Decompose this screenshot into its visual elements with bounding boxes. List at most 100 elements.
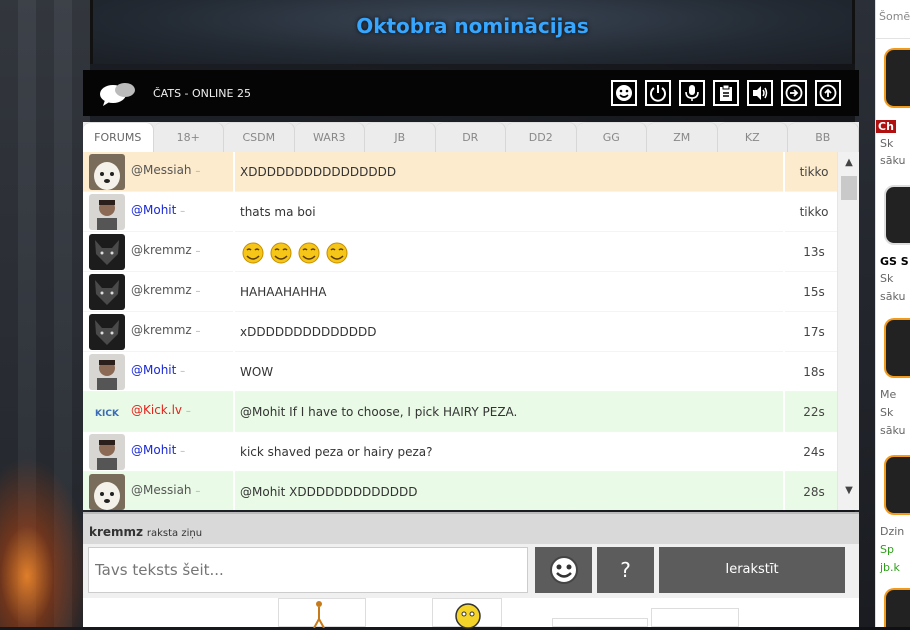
message-username[interactable]: @kremmz – [131, 283, 201, 297]
svg-text:KICK: KICK [95, 409, 120, 419]
message-row: @Mohit – WOW 18s [83, 352, 837, 392]
sidebar-avatar[interactable] [884, 318, 910, 378]
message-text: WOW [233, 352, 785, 392]
emoticon-tile[interactable] [432, 598, 502, 629]
tab-gg[interactable]: GG [576, 122, 647, 152]
avatar[interactable] [89, 234, 125, 270]
message-text: xDDDDDDDDDDDDDD [233, 312, 785, 352]
tab-war3[interactable]: WAR3 [294, 122, 365, 152]
sidebar-avatar[interactable] [884, 588, 910, 627]
tab-csdm[interactable]: CSDM [224, 122, 295, 152]
sidebar-item-title[interactable]: Me [880, 388, 896, 401]
message-row: @Mohit – thats ma boi tikko [83, 192, 837, 232]
tab-zm[interactable]: ZM [647, 122, 718, 152]
sidebar-heading: Šomē [879, 10, 910, 23]
scroll-up-icon[interactable] [815, 80, 841, 106]
background-left-panel [0, 0, 90, 627]
avatar[interactable] [89, 314, 125, 350]
message-text: XDDDDDDDDDDDDDDDD [233, 152, 785, 192]
scroll-down-arrow-icon[interactable]: ▼ [838, 482, 859, 500]
emoticon-tile[interactable] [651, 608, 739, 627]
message-username[interactable]: @Mohit – [131, 443, 185, 457]
scroll-right-icon[interactable] [781, 80, 807, 106]
message-list: @Messiah – XDDDDDDDDDDDDDDDD tikko @Mohi… [83, 152, 859, 510]
message-username[interactable]: @Mohit – [131, 363, 185, 377]
message-time: tikko [799, 165, 829, 179]
banner-title: Oktobra nominācijas [356, 14, 589, 38]
avatar[interactable] [89, 274, 125, 310]
sidebar-divider [876, 38, 910, 39]
message-time: 15s [803, 285, 825, 299]
message-username[interactable]: @Mohit – [131, 203, 185, 217]
message-row: @Messiah – @Mohit XDDDDDDDDDDDDD 28s [83, 472, 837, 510]
tab-bb[interactable]: BB [788, 122, 859, 152]
message-time: 17s [803, 325, 825, 339]
sidebar-avatar[interactable] [884, 185, 910, 245]
message-time: tikko [799, 205, 829, 219]
clipboard-icon[interactable] [713, 80, 739, 106]
avatar[interactable] [89, 354, 125, 390]
volume-icon[interactable] [747, 80, 773, 106]
sidebar-item-line: Sk [880, 272, 894, 285]
face-emoji-icon [455, 603, 481, 629]
message-text: @Mohit XDDDDDDDDDDDDD [233, 472, 785, 510]
emoticon-strip [83, 598, 859, 629]
sidebar-item-title[interactable]: Ch [876, 120, 896, 133]
top-banner: Oktobra nominācijas [90, 0, 855, 64]
avatar[interactable] [89, 474, 125, 510]
message-time: 28s [803, 485, 825, 499]
tab-18plus[interactable]: 18+ [153, 122, 224, 152]
avatar[interactable] [89, 154, 125, 190]
sidebar-item-line: sāku [880, 424, 906, 437]
message-username[interactable]: @Messiah – [131, 163, 200, 177]
send-button[interactable]: Ierakstīt [659, 547, 845, 593]
tab-jb[interactable]: JB [365, 122, 436, 152]
avatar[interactable]: KICK [89, 394, 125, 430]
chat-header: ČATS - ONLINE 25 [83, 70, 859, 116]
right-sidebar: Šomē Ch Sk sāku GS S Sk sāku Me Sk sāku … [875, 0, 910, 627]
typing-indicator-bar: kremmz raksta ziņu [83, 512, 859, 544]
scroll-up-arrow-icon[interactable]: ▲ [838, 154, 859, 172]
avatar[interactable] [89, 434, 125, 470]
emoticon-tile[interactable] [552, 618, 648, 627]
power-icon[interactable] [645, 80, 671, 106]
chat-title: ČATS - ONLINE 25 [153, 87, 251, 100]
tab-dr[interactable]: DR [435, 122, 506, 152]
sidebar-item-line: Sk [880, 406, 894, 419]
scrollbar-thumb[interactable] [841, 176, 857, 200]
message-text: HAHAAHAHHA [233, 272, 785, 312]
dancing-figure-icon [313, 601, 325, 628]
sidebar-item-line: sāku [880, 154, 906, 167]
message-text: @Mohit If I have to choose, I pick HAIRY… [233, 392, 785, 432]
message-time: 18s [803, 365, 825, 379]
message-username[interactable]: @Kick.lv – [131, 403, 191, 417]
emoticon-tile[interactable] [278, 598, 366, 628]
tab-dd2[interactable]: DD2 [506, 122, 577, 152]
sidebar-item-line: Sp [880, 543, 894, 556]
message-username[interactable]: @kremmz – [131, 323, 201, 337]
message-text: kick shaved peza or hairy peza? [233, 432, 785, 472]
sidebar-avatar[interactable] [884, 48, 910, 108]
smiley-icon[interactable] [611, 80, 637, 106]
laughing-emoji-icon [242, 242, 348, 263]
message-time: 24s [803, 445, 825, 459]
message-row: KICK @Kick.lv – @Mohit If I have to choo… [83, 392, 837, 432]
sidebar-item-title[interactable]: GS S [880, 255, 909, 268]
microphone-icon[interactable] [679, 80, 705, 106]
sidebar-avatar[interactable] [884, 455, 910, 515]
tab-kz[interactable]: KZ [717, 122, 788, 152]
sidebar-item-title[interactable]: Dzin [880, 525, 904, 538]
chat-message-input[interactable] [88, 547, 528, 593]
message-scrollbar[interactable]: ▲ ▼ [837, 152, 859, 510]
message-username[interactable]: @kremmz – [131, 243, 201, 257]
help-button[interactable]: ? [597, 547, 654, 593]
message-row: @Mohit – kick shaved peza or hairy peza?… [83, 432, 837, 472]
message-username[interactable]: @Messiah – [131, 483, 200, 497]
chat-header-toolbar [611, 80, 841, 106]
emoji-picker-button[interactable] [535, 547, 592, 593]
message-row: @kremmz – 13s [83, 232, 837, 272]
message-text: thats ma boi [233, 192, 785, 232]
tab-forums[interactable]: FORUMS [83, 122, 154, 152]
avatar[interactable] [89, 194, 125, 230]
sidebar-item-line: Sk [880, 137, 894, 150]
